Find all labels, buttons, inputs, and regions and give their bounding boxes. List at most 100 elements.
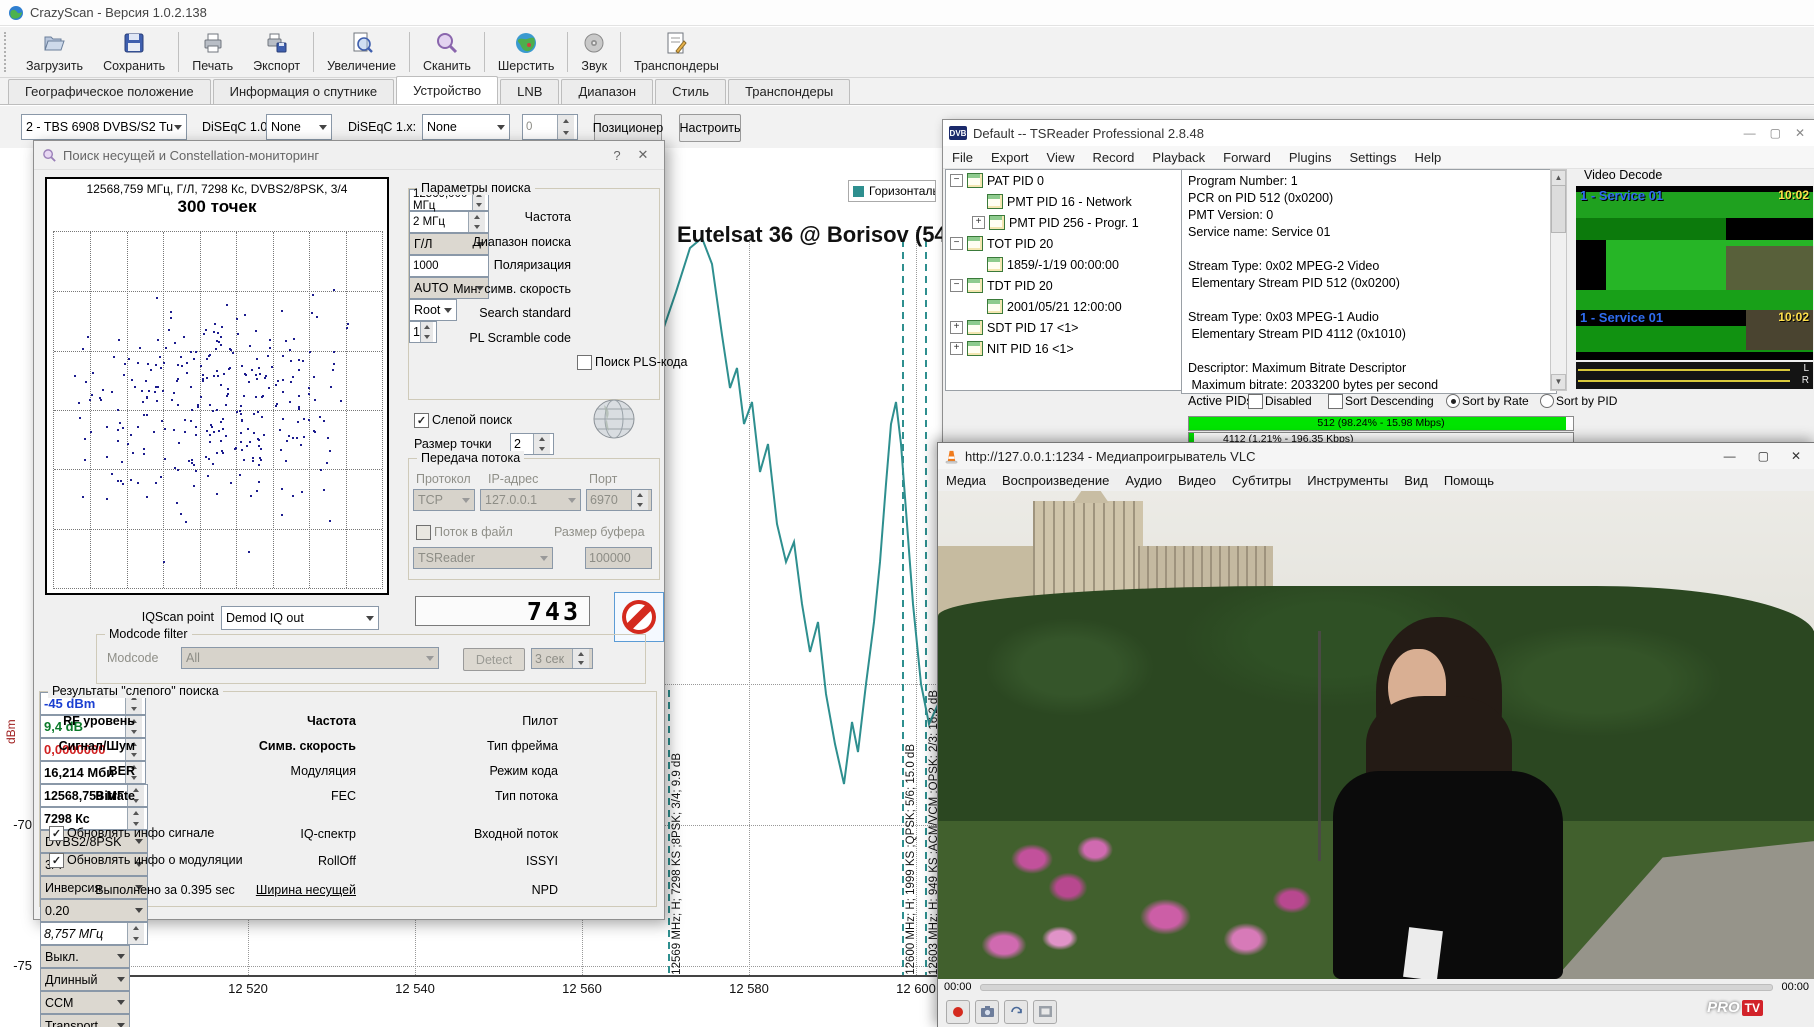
dialog-help-button[interactable]: ?	[604, 145, 630, 165]
menu-settings[interactable]: Settings	[1340, 150, 1405, 165]
constellation-dot	[314, 399, 316, 401]
constellation-dot	[220, 421, 222, 423]
tree-item[interactable]: +PMT PID 256 - Progr. 1	[946, 212, 1181, 233]
menu-help[interactable]: Help	[1405, 150, 1450, 165]
constellation-dot	[316, 316, 318, 318]
constellation-dot	[236, 318, 238, 320]
update-modulation-info-checkbox[interactable]: ✓	[49, 853, 64, 868]
vlc-menu-1[interactable]: Воспроизведение	[994, 473, 1117, 488]
result-select[interactable]: Transport	[40, 1014, 130, 1027]
tree-item[interactable]: −TOT PID 20	[946, 233, 1181, 254]
result-select[interactable]: Длинный	[40, 968, 130, 991]
constellation-dot	[240, 405, 242, 407]
tree-item[interactable]: +NIT PID 16 <1>	[946, 338, 1181, 359]
maximize-icon[interactable]: ▢	[1758, 449, 1769, 463]
constellation-dot	[249, 441, 251, 443]
update-signal-info-checkbox[interactable]: ✓	[49, 826, 64, 841]
tab-2[interactable]: Устройство	[396, 76, 498, 104]
iqscan-select[interactable]: Demod IQ out	[221, 606, 379, 630]
result-field[interactable]: 8,757 МГц	[40, 922, 148, 945]
tree-item-label: SDT PID 17 <1>	[987, 321, 1079, 335]
close-icon[interactable]: ✕	[1791, 449, 1801, 463]
expand-icon[interactable]: +	[950, 321, 963, 334]
menu-plugins[interactable]: Plugins	[1280, 150, 1341, 165]
constellation-dot	[256, 378, 258, 380]
constellation-gridline	[54, 529, 382, 531]
tree-item[interactable]: + SDT PID 17 <1>	[946, 317, 1181, 338]
record-button[interactable]	[946, 1000, 970, 1024]
constellation-dot	[180, 513, 182, 515]
snapshot-button[interactable]	[975, 1000, 999, 1024]
vlc-menu-5[interactable]: Инструменты	[1299, 473, 1396, 488]
result-label: NPD	[452, 883, 558, 897]
constellation-dot	[212, 463, 214, 465]
pls-search-checkbox[interactable]	[577, 355, 592, 370]
close-icon[interactable]: ✕	[1795, 126, 1805, 140]
vlc-menu-7[interactable]: Помощь	[1436, 473, 1502, 488]
menu-playback[interactable]: Playback	[1143, 150, 1214, 165]
constellation-dot	[79, 417, 81, 419]
menu-record[interactable]: Record	[1083, 150, 1143, 165]
collapse-icon[interactable]: −	[950, 279, 963, 292]
result-select[interactable]: Выкл.	[40, 945, 130, 968]
collapse-icon[interactable]: −	[950, 237, 963, 250]
vlc-seek-slider[interactable]	[980, 984, 1774, 991]
constellation-dot	[122, 483, 124, 485]
constellation-dot	[301, 491, 303, 493]
constellation-dot	[340, 400, 342, 402]
sort-descending-checkbox[interactable]	[1328, 394, 1343, 409]
menu-file[interactable]: File	[943, 150, 982, 165]
constellation-dot	[161, 420, 163, 422]
expand-icon[interactable]: +	[950, 342, 963, 355]
constellation-dot	[119, 422, 121, 424]
scroll-thumb[interactable]	[1551, 185, 1566, 233]
blind-search-checkbox[interactable]: ✓	[414, 413, 429, 428]
constellation-dot	[256, 490, 258, 492]
protv-pro: PRO	[1707, 999, 1740, 1016]
vlc-menu-6[interactable]: Вид	[1396, 473, 1436, 488]
result-select[interactable]: CCM	[40, 991, 130, 1014]
menu-export[interactable]: Export	[982, 150, 1038, 165]
constellation-dot	[145, 380, 147, 382]
expand-icon[interactable]: +	[972, 216, 985, 229]
vlc-menu-2[interactable]: Аудио	[1117, 473, 1170, 488]
tree-item[interactable]: 1859/-1/19 00:00:00	[946, 254, 1181, 275]
vlc-menu-0[interactable]: Медиа	[938, 473, 994, 488]
constellation-panel: 12568,759 МГц, Г/Л, 7298 Кс, DVBS2/8PSK,…	[45, 177, 389, 595]
tree-item[interactable]: 2001/05/21 12:00:00	[946, 296, 1181, 317]
loop-button[interactable]	[1004, 1000, 1028, 1024]
scroll-down-icon[interactable]: ▼	[1551, 374, 1566, 390]
constellation-dot	[200, 365, 202, 367]
menu-view[interactable]: View	[1038, 150, 1084, 165]
pid-icon	[987, 194, 1003, 209]
tree-item[interactable]: PMT PID 16 - Network	[946, 191, 1181, 212]
constellation-dot	[171, 399, 173, 401]
minimize-icon[interactable]: —	[1724, 449, 1736, 463]
constellation-dot	[227, 393, 229, 395]
scroll-up-icon[interactable]: ▲	[1551, 170, 1566, 186]
spinner-buttons[interactable]	[127, 923, 144, 944]
dialog-close-button[interactable]: ✕	[630, 145, 656, 165]
sort-by-rate-radio[interactable]	[1446, 394, 1460, 408]
minimize-icon[interactable]: —	[1744, 126, 1756, 140]
sort-by-pid-radio[interactable]	[1540, 394, 1554, 408]
vlc-menu-4[interactable]: Субтитры	[1224, 473, 1299, 488]
protocol-value: TCP	[418, 493, 443, 507]
menu-forward[interactable]: Forward	[1214, 150, 1280, 165]
constellation-dot	[102, 389, 104, 391]
chart-legend[interactable]: Горизонталь	[848, 180, 936, 202]
details-scrollbar[interactable]: ▲▼	[1550, 169, 1567, 391]
frame-button[interactable]	[1033, 1000, 1057, 1024]
result-select[interactable]: 0.20	[40, 899, 148, 922]
collapse-icon[interactable]: −	[950, 174, 963, 187]
tree-item[interactable]: −TDT PID 20	[946, 275, 1181, 296]
maximize-icon[interactable]: ▢	[1770, 126, 1781, 140]
constellation-dot	[258, 464, 260, 466]
constellation-dot	[127, 443, 129, 445]
dvb-logo-icon: DVB	[949, 126, 967, 140]
constellation-dot	[164, 458, 166, 460]
disabled-checkbox[interactable]	[1248, 394, 1263, 409]
constellation-dot	[330, 386, 332, 388]
tree-item[interactable]: −PAT PID 0	[946, 170, 1181, 191]
vlc-menu-3[interactable]: Видео	[1170, 473, 1224, 488]
